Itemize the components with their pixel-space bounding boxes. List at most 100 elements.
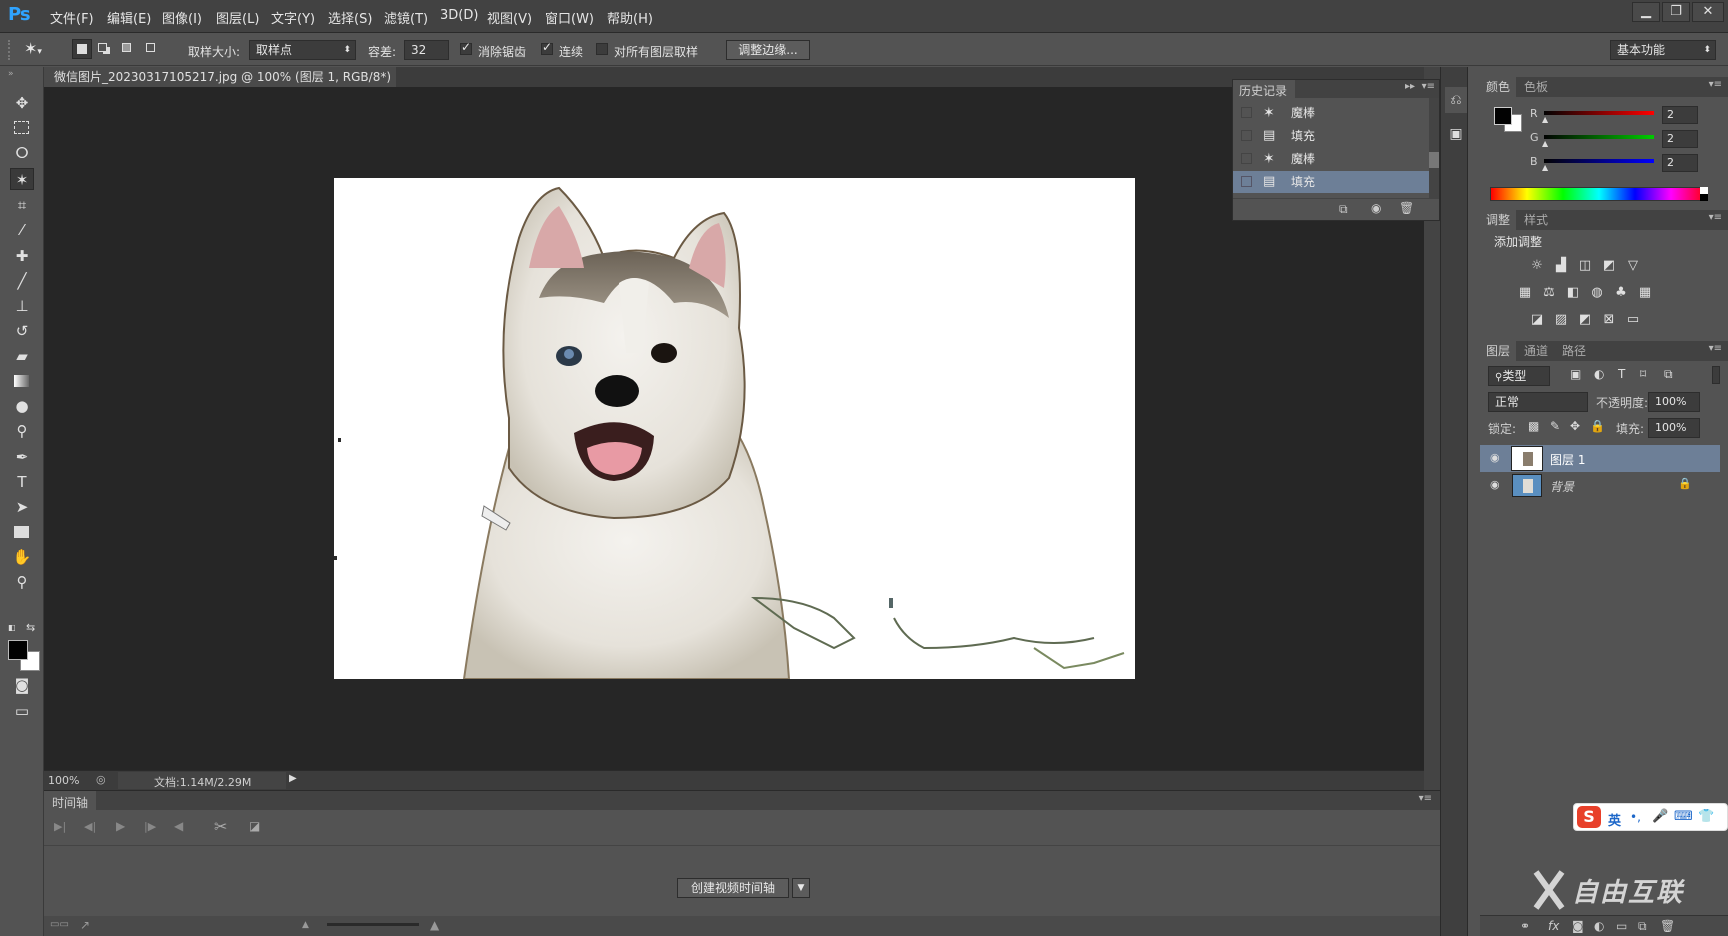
levels-icon[interactable]: ▟	[1552, 258, 1570, 274]
shape-tool-icon[interactable]	[10, 521, 34, 543]
convert-icon[interactable]: ↗	[80, 918, 90, 932]
visibility-eye-icon[interactable]: ◉	[1490, 451, 1500, 464]
zoom-level[interactable]: 100%	[48, 774, 79, 787]
transition-icon[interactable]: ◪	[249, 819, 260, 833]
tab-styles[interactable]: 样式	[1524, 211, 1548, 229]
black-white-icon[interactable]: ◧	[1564, 285, 1582, 301]
hand-tool-icon[interactable]: ✋	[10, 546, 34, 568]
prev-frame-icon[interactable]: ◀|	[84, 820, 96, 833]
lock-all-icon[interactable]: 🔒	[1590, 419, 1605, 433]
panel-menu-icon[interactable]: ▾≡	[1422, 81, 1435, 92]
spectrum-black-swatch[interactable]	[1700, 194, 1708, 201]
visibility-eye-icon[interactable]: ◉	[1490, 478, 1500, 491]
sogou-logo-icon[interactable]: S	[1577, 806, 1601, 828]
panel-menu-icon[interactable]: ▾≡	[1709, 212, 1722, 223]
antialias-checkbox[interactable]: ✓	[460, 40, 472, 55]
timeline-zoom-slider[interactable]	[327, 923, 419, 926]
foreground-color-swatch[interactable]	[8, 640, 28, 660]
history-scrollbar[interactable]	[1429, 98, 1439, 198]
menu-3d[interactable]: 3D(D)	[440, 8, 478, 23]
options-grip[interactable]	[8, 40, 18, 60]
clone-stamp-tool-icon[interactable]: ⊥	[10, 295, 34, 317]
microphone-icon[interactable]: 🎤	[1652, 809, 1668, 824]
tolerance-input[interactable]: 32	[404, 40, 449, 60]
channel-mixer-icon[interactable]: ♣	[1612, 285, 1630, 301]
dodge-tool-icon[interactable]: ⚲	[10, 420, 34, 442]
channel-g-input[interactable]: 2	[1662, 130, 1698, 148]
document-canvas[interactable]	[334, 178, 1135, 679]
panel-menu-icon[interactable]: ▾≡	[1709, 79, 1722, 90]
menu-type[interactable]: 文字(Y)	[271, 8, 315, 27]
skin-shirt-icon[interactable]: 👕	[1698, 809, 1714, 824]
menu-file[interactable]: 文件(F)	[50, 8, 94, 27]
tab-channels[interactable]: 通道	[1524, 342, 1548, 360]
document-tab[interactable]: 微信图片_20230317105217.jpg @ 100% (图层 1, RG…	[44, 67, 396, 104]
history-item-selected[interactable]: ▤ 填充	[1233, 171, 1429, 193]
threshold-icon[interactable]: ◩	[1576, 312, 1594, 328]
channel-r-slider[interactable]	[1544, 111, 1654, 115]
channel-g-slider[interactable]	[1544, 135, 1654, 139]
lock-pixels-brush-icon[interactable]: ✎	[1550, 419, 1560, 433]
sample-size-select[interactable]: 取样点 ⬍	[249, 40, 356, 60]
history-snapshot-checkbox[interactable]	[1241, 130, 1252, 141]
menu-help[interactable]: 帮助(H)	[607, 8, 653, 27]
color-balance-icon[interactable]: ⚖	[1540, 285, 1558, 301]
refine-edge-button[interactable]: 调整边缘...	[726, 40, 810, 60]
add-mask-icon[interactable]: ◙	[1572, 919, 1584, 933]
magic-wand-preset-icon[interactable]: ✶▾	[24, 39, 62, 61]
brightness-contrast-icon[interactable]: ☼	[1528, 258, 1546, 274]
path-selection-tool-icon[interactable]: ➤	[10, 496, 34, 518]
minimize-button[interactable]: ▁	[1632, 2, 1660, 22]
delete-layer-icon[interactable]: 🗑	[1660, 919, 1675, 933]
play-icon[interactable]: ▶	[116, 819, 125, 833]
history-snapshot-checkbox[interactable]	[1241, 176, 1252, 187]
close-button[interactable]: ✕	[1692, 2, 1724, 22]
photo-filter-icon[interactable]: ◍	[1588, 285, 1606, 301]
tab-adjustments[interactable]: 调整	[1486, 211, 1510, 229]
fill-input[interactable]: 100%	[1648, 418, 1700, 438]
trash-icon[interactable]: 🗑	[1399, 201, 1414, 215]
filter-pixel-icon[interactable]: ▣	[1570, 367, 1581, 381]
layer-style-fx-icon[interactable]: fx	[1548, 919, 1559, 933]
blur-tool-icon[interactable]: ●	[10, 395, 34, 417]
slider-thumb-icon[interactable]: ▲	[1542, 115, 1548, 124]
menu-select[interactable]: 选择(S)	[328, 8, 372, 27]
history-panel-icon[interactable]: ⎌	[1445, 87, 1467, 113]
frame-animation-icon[interactable]: ▭▭	[50, 919, 69, 930]
new-selection-icon[interactable]	[72, 39, 92, 59]
properties-panel-icon[interactable]: ▣	[1445, 121, 1467, 147]
add-selection-icon[interactable]	[96, 39, 116, 59]
keyboard-icon[interactable]: ⌨	[1674, 809, 1693, 824]
lasso-tool-icon[interactable]: ⵔ	[10, 142, 34, 164]
opacity-input[interactable]: 100%	[1648, 392, 1700, 412]
subtract-selection-icon[interactable]	[120, 39, 140, 59]
zoom-in-icon[interactable]: ▲	[430, 918, 439, 932]
link-layers-icon[interactable]: ⚭	[1520, 919, 1530, 933]
menu-view[interactable]: 视图(V)	[487, 8, 532, 27]
eraser-tool-icon[interactable]: ▰	[10, 345, 34, 367]
filter-smart-icon[interactable]: ⧉	[1664, 367, 1673, 382]
type-tool-icon[interactable]: T	[10, 471, 34, 493]
punctuation-icon[interactable]: •,	[1630, 810, 1641, 824]
screen-mode-icon[interactable]: ▭	[10, 700, 34, 722]
panel-menu-icon[interactable]: ▾≡	[1709, 343, 1722, 354]
color-spectrum-bar[interactable]	[1490, 187, 1708, 201]
marquee-tool-icon[interactable]	[10, 117, 34, 139]
channel-b-slider[interactable]	[1544, 159, 1654, 163]
menu-edit[interactable]: 编辑(E)	[107, 8, 151, 27]
contiguous-checkbox[interactable]: ✓	[541, 40, 553, 55]
all-layers-checkbox[interactable]	[596, 43, 608, 55]
history-item[interactable]: ▤ 填充	[1233, 125, 1429, 147]
slider-thumb-icon[interactable]: ▲	[1542, 163, 1548, 172]
next-frame-icon[interactable]: |▶	[144, 820, 156, 833]
hue-saturation-icon[interactable]: ▦	[1516, 285, 1534, 301]
audio-icon[interactable]: ◀	[174, 819, 183, 833]
new-document-from-state-icon[interactable]: ⧉	[1339, 202, 1348, 217]
gradient-map-icon[interactable]: ▭	[1624, 312, 1642, 328]
move-tool-icon[interactable]: ✥	[10, 92, 34, 114]
channel-b-input[interactable]: 2	[1662, 154, 1698, 172]
slider-thumb-icon[interactable]: ▲	[1542, 139, 1548, 148]
status-menu-arrow-icon[interactable]: ▶	[289, 773, 297, 784]
vibrance-icon[interactable]: ▽	[1624, 258, 1642, 274]
magic-wand-tool-icon[interactable]: ✶	[10, 168, 34, 190]
